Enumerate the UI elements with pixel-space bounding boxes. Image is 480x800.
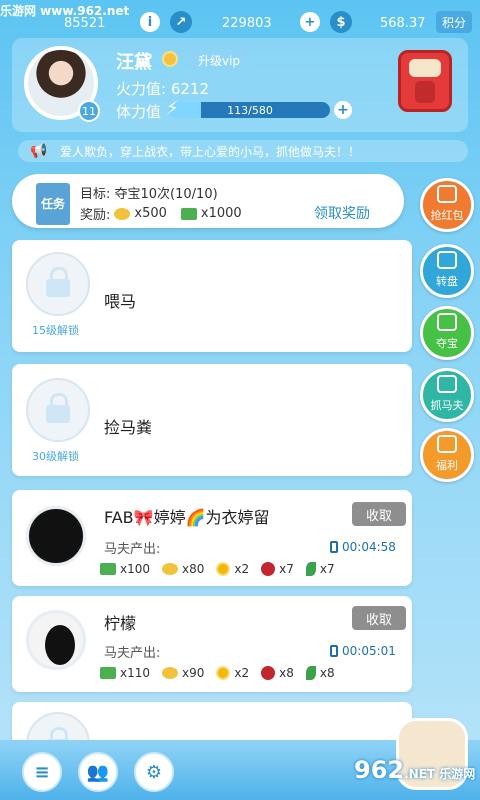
backpack-icon[interactable]: [398, 50, 452, 112]
user-id-text: 85521: [64, 16, 106, 31]
horse-currency-icon: ↗: [170, 11, 192, 33]
upgrade-vip-button[interactable]: 升级vip: [190, 50, 249, 70]
task-flag: 任务: [36, 183, 70, 225]
groom-name: FAB🎀婷婷🌈为衣婷留: [104, 508, 270, 527]
item-value: x7: [319, 562, 335, 576]
claim-reward-button[interactable]: 领取奖励: [314, 203, 370, 223]
side-label: 转盘: [436, 275, 458, 288]
user-name: 汪黛: [116, 52, 152, 73]
output-items: x110 x90 x2 x8 x8: [100, 666, 335, 680]
item-value: x100: [120, 562, 151, 576]
item-value: x80: [182, 562, 205, 576]
item-value: x2: [234, 666, 250, 680]
task-target: 目标: 夺宝10次(10/10): [80, 187, 218, 202]
logo-sub: .NET 乐游网: [404, 767, 476, 781]
reward-cash: x1000: [200, 206, 242, 221]
grass-icon: [305, 666, 316, 680]
timer-text: 00:05:01: [342, 644, 396, 658]
card-title: 喂马: [104, 292, 137, 311]
side-label: 抢红包: [430, 209, 464, 222]
currency1-value: 229803: [222, 16, 272, 31]
friends-icon[interactable]: 👥: [78, 752, 118, 792]
points-button[interactable]: 积分: [436, 11, 473, 33]
currency2-value: 568.37: [380, 16, 426, 31]
item-value: x7: [279, 562, 294, 576]
firepower-label: 火力值:: [116, 80, 167, 98]
level-badge: 11: [78, 100, 100, 122]
firepower-value: 6212: [170, 80, 210, 98]
card-title: 捡马粪: [104, 418, 153, 437]
chat-icon[interactable]: ≡: [22, 752, 62, 792]
timer: 00:04:58: [330, 540, 396, 554]
settings-icon[interactable]: ⚙: [134, 752, 174, 792]
site-logo: 962.NET 乐游网: [354, 756, 475, 784]
notice-bar: 爱人欺负，穿上战衣，带上心爱的小马，抓他做马夫！！: [18, 140, 468, 162]
wheel-icon: [437, 251, 457, 269]
output-label: 马夫产出:: [104, 646, 161, 661]
collect-button[interactable]: 收取: [352, 502, 406, 526]
item-value: x8: [279, 666, 294, 680]
side-red-envelope[interactable]: 抢红包: [420, 178, 474, 232]
firepower-stat: 火力值: 6212: [116, 78, 209, 99]
red-envelope-icon: [437, 185, 457, 203]
output-items: x100 x80 x2 x7 x7: [100, 562, 335, 576]
sun-icon: [162, 51, 178, 67]
timer: 00:05:01: [330, 644, 396, 658]
logo-text: 962: [354, 756, 405, 784]
hourglass-icon: [330, 645, 338, 657]
groom-name: 柠檬: [104, 614, 137, 633]
side-wheel[interactable]: 转盘: [420, 244, 474, 298]
item-value: x90: [182, 666, 205, 680]
gold-icon: [114, 207, 131, 220]
task-reward: 奖励: x500 x1000: [80, 204, 242, 223]
timer-text: 00:04:58: [342, 540, 396, 554]
collect-button[interactable]: 收取: [352, 606, 406, 630]
dollar-icon: $: [330, 11, 352, 33]
coin-icon: [216, 562, 231, 576]
cash-icon: [180, 207, 197, 220]
hourglass-icon: [330, 541, 338, 553]
gold-icon: [162, 563, 179, 575]
gift-icon: [437, 435, 457, 453]
add-stamina-button[interactable]: +: [334, 101, 352, 119]
stamina-text: 113/580: [227, 103, 273, 117]
side-gift[interactable]: 福利: [420, 428, 474, 482]
treasure-icon: [437, 313, 457, 331]
side-catch[interactable]: 抓马夫: [420, 368, 474, 422]
rose-icon: [261, 666, 276, 680]
rose-icon: [261, 562, 276, 576]
cash-icon: [100, 667, 116, 679]
cash-icon: [100, 563, 116, 575]
unlock-level-text: 30级解锁: [32, 450, 79, 463]
item-value: x8: [319, 666, 335, 680]
grass-icon: [305, 562, 316, 576]
stamina-label: 体力值: [116, 103, 162, 121]
groom-avatar[interactable]: [26, 610, 86, 670]
side-label: 福利: [436, 459, 458, 472]
groom-avatar[interactable]: [26, 506, 86, 566]
unlock-level-text: 15级解锁: [32, 324, 79, 337]
item-value: x110: [120, 666, 151, 680]
output-label: 马夫产出:: [104, 542, 161, 557]
notice-text: 爱人欺负，穿上战衣，带上心爱的小马，抓他做马夫！！: [60, 144, 361, 159]
add-currency1-button[interactable]: +: [300, 12, 320, 32]
item-value: x2: [234, 562, 250, 576]
reward-gold: x500: [134, 206, 167, 221]
reward-label: 奖励:: [80, 208, 111, 223]
side-label: 夺宝: [436, 337, 458, 350]
lock-icon: [26, 252, 90, 316]
info-icon[interactable]: i: [140, 12, 160, 32]
lock-icon: [26, 378, 90, 442]
side-label: 抓马夫: [430, 399, 464, 412]
catch-icon: [437, 375, 457, 393]
horn-icon: 📢: [30, 143, 48, 159]
gold-icon: [162, 667, 179, 679]
side-treasure[interactable]: 夺宝: [420, 306, 474, 360]
coin-icon: [216, 666, 231, 680]
